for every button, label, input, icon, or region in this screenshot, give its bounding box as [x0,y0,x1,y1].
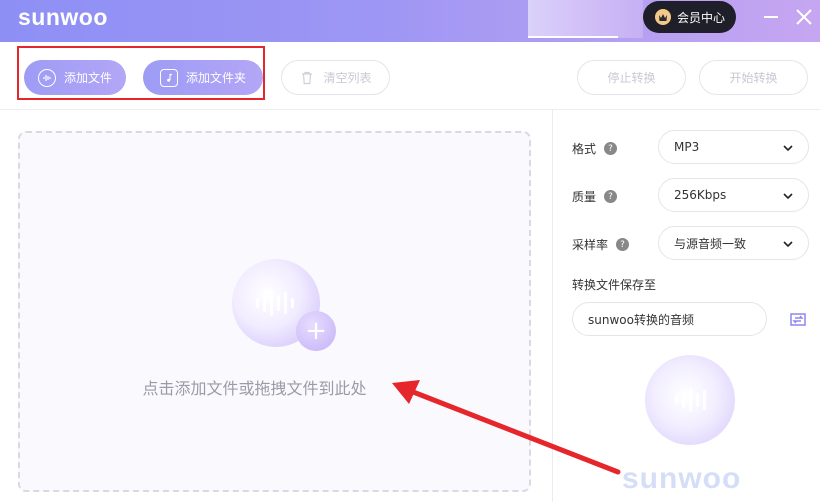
minimize-button[interactable] [760,6,782,28]
change-folder-button[interactable] [787,308,809,330]
help-icon[interactable]: ? [604,190,618,203]
crown-icon [655,9,671,25]
drop-zone[interactable]: + 点击添加文件或拖拽文件到此处 [18,131,531,492]
vip-center-button[interactable]: 会员中心 [643,1,736,33]
quality-label-row: 质量 ? [572,188,618,205]
brand-watermark: sunwoo [622,462,742,495]
blurred-user-info [528,0,643,38]
samplerate-label-row: 采样率 ? [572,236,630,253]
chevron-down-icon [783,193,793,200]
save-location-label: 转换文件保存至 [572,278,657,292]
close-button[interactable] [793,6,815,28]
clear-list-button[interactable]: 清空列表 [281,60,390,95]
start-convert-button[interactable]: 开始转换 [699,60,808,95]
save-path-field[interactable]: sunwoo转换的音频 [572,302,767,336]
quality-value: 256Kbps [674,188,727,202]
stop-convert-label: 停止转换 [607,71,656,85]
stop-convert-button[interactable]: 停止转换 [577,60,686,95]
drop-zone-hint: 点击添加文件或拖拽文件到此处 [142,379,367,398]
help-icon[interactable]: ? [616,238,630,251]
format-value: MP3 [674,140,700,154]
clear-list-label: 清空列表 [323,71,372,85]
format-label: 格式 [572,142,597,156]
trash-icon [302,71,313,84]
chevron-down-icon [783,241,793,248]
vip-center-label: 会员中心 [677,10,726,25]
title-bar: sunwoo 会员中心 [0,0,820,42]
chevron-down-icon [783,145,793,152]
close-icon [796,9,812,25]
samplerate-select[interactable]: 与源音频一致 [658,226,809,260]
save-path-value: sunwoo转换的音频 [588,312,694,327]
format-label-row: 格式 ? [572,140,618,157]
quality-label: 质量 [572,190,597,204]
start-convert-label: 开始转换 [729,71,778,85]
format-select[interactable]: MP3 [658,130,809,164]
samplerate-label: 采样率 [572,238,609,252]
app-logo: sunwoo [18,4,108,30]
annotation-highlight-box [17,46,265,100]
plus-icon[interactable]: + [296,311,336,351]
audio-wave-decoration-icon [645,355,735,445]
quality-select[interactable]: 256Kbps [658,178,809,212]
samplerate-value: 与源音频一致 [674,236,747,251]
panel-divider [552,110,553,502]
folder-switch-icon [790,313,806,326]
help-icon[interactable]: ? [604,142,618,155]
